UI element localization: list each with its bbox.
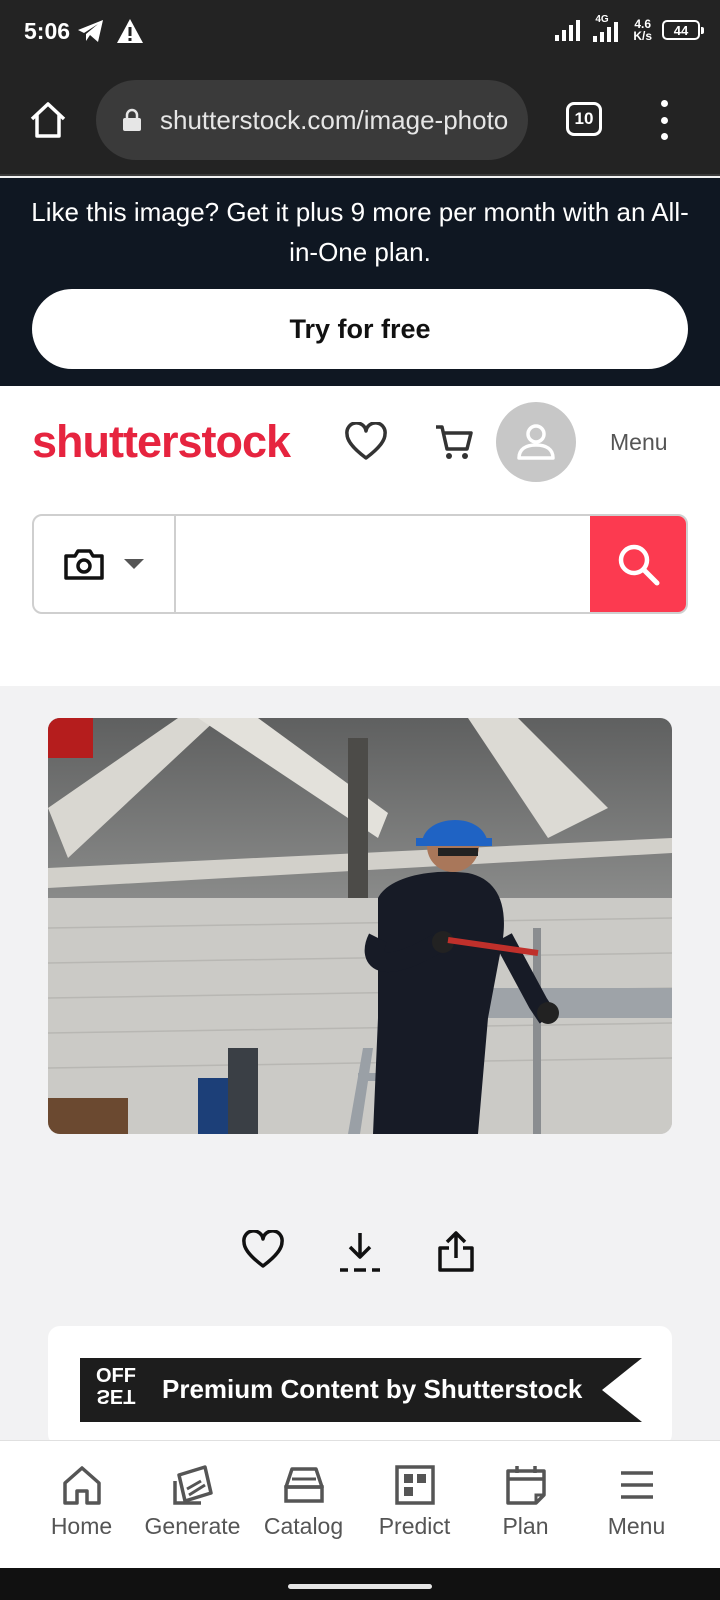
favorites-heart-icon[interactable]: [344, 422, 388, 462]
worker-photo: [48, 718, 672, 1134]
nav-home[interactable]: Home: [26, 1463, 137, 1540]
signal-icon: [593, 22, 619, 42]
image-actions: [0, 1230, 720, 1290]
nav-plan-label: Plan: [502, 1513, 549, 1539]
network-speed: 4.6 K/s: [633, 18, 652, 42]
nav-catalog[interactable]: Catalog: [248, 1463, 359, 1540]
battery-indicator: 44: [662, 20, 704, 40]
address-bar[interactable]: shutterstock.com/image-photo: [96, 80, 528, 160]
try-for-free-button[interactable]: Try for free: [32, 289, 688, 369]
nav-home-label: Home: [50, 1513, 113, 1539]
bottom-navigation: Home Generate Catalog Predict Plan Menu: [0, 1440, 720, 1568]
tabs-button[interactable]: 10: [566, 102, 602, 136]
offset-logo-bottom: SET: [96, 1385, 136, 1407]
site-header: shutterstock Menu: [0, 386, 720, 686]
warning-icon: [117, 19, 143, 43]
calendar-icon: [505, 1466, 546, 1505]
image-search-dropdown[interactable]: [34, 516, 176, 612]
home-icon[interactable]: [28, 100, 68, 140]
lock-icon: [123, 108, 141, 131]
nav-plan[interactable]: Plan: [470, 1463, 581, 1540]
offset-logo: OFF SET: [88, 1366, 144, 1414]
nav-menu-label: Menu: [607, 1513, 666, 1539]
hamburger-menu-icon: [620, 1471, 653, 1499]
premium-content-banner[interactable]: OFF SET Premium Content by Shutterstock: [80, 1358, 642, 1422]
account-avatar[interactable]: [496, 402, 576, 482]
telegram-icon: [78, 20, 103, 42]
search-icon: [618, 544, 660, 586]
catalog-icon: [283, 1467, 324, 1503]
share-icon[interactable]: [436, 1230, 476, 1274]
promo-message: Like this image? Get it plus 9 more per …: [31, 197, 689, 267]
nav-catalog-label: Catalog: [263, 1513, 344, 1539]
generate-icon: [172, 1465, 213, 1505]
predict-icon: [394, 1465, 435, 1505]
search-button[interactable]: [590, 516, 686, 612]
nav-predict[interactable]: Predict: [359, 1463, 470, 1540]
cart-icon[interactable]: [434, 422, 474, 462]
signal-4g: 4G: [593, 14, 623, 44]
promo-banner: Like this image? Get it plus 9 more per …: [0, 178, 720, 386]
premium-content-card: OFF SET Premium Content by Shutterstock: [48, 1326, 672, 1446]
url-text: shutterstock.com/image-photo: [160, 104, 509, 135]
chevron-down-icon: [124, 559, 144, 569]
premium-content-title: Premium Content by Shutterstock: [162, 1374, 583, 1404]
search-bar: [32, 514, 688, 614]
status-bar: 5:06 4G 4.6 K/s 44: [0, 0, 720, 68]
browser-toolbar: shutterstock.com/image-photo 10: [0, 68, 720, 176]
signal-icon: [555, 20, 581, 41]
nav-generate-label: Generate: [144, 1513, 241, 1539]
search-input[interactable]: [178, 516, 596, 612]
user-icon: [517, 424, 555, 460]
speed-unit: K/s: [633, 29, 652, 43]
nav-menu[interactable]: Menu: [581, 1463, 692, 1540]
status-right: 4G 4.6 K/s 44: [555, 14, 704, 44]
favorite-heart-icon[interactable]: [241, 1230, 285, 1270]
nav-predict-label: Predict: [378, 1513, 451, 1539]
offset-logo-top: OFF: [96, 1365, 136, 1387]
menu-link[interactable]: Menu: [610, 429, 668, 456]
download-icon[interactable]: [338, 1230, 382, 1274]
home-icon: [62, 1466, 101, 1505]
home-indicator[interactable]: [288, 1584, 432, 1589]
main-photo[interactable]: [48, 718, 672, 1134]
more-options-icon[interactable]: [652, 100, 676, 140]
status-time: 5:06: [24, 18, 71, 44]
shutterstock-logo[interactable]: shutterstock: [32, 416, 291, 468]
nav-generate[interactable]: Generate: [137, 1463, 248, 1540]
camera-icon: [64, 549, 104, 580]
